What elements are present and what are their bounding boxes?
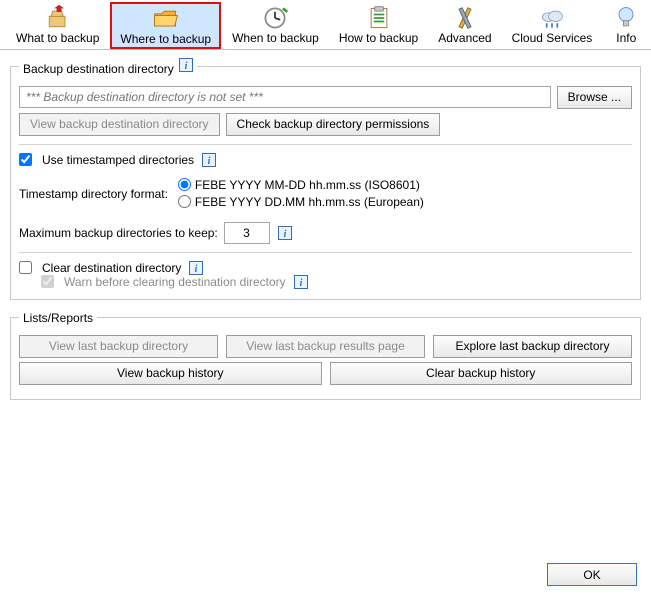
svg-text:i: i [283, 229, 286, 240]
box-arrow-icon [44, 5, 72, 31]
timestamp-format-iso-radio[interactable] [178, 178, 191, 191]
dialog-footer: OK [547, 563, 637, 586]
timestamp-format-european-label: FEBE YYYY DD.MM hh.mm.ss (European) [195, 195, 424, 209]
info-icon[interactable]: i [189, 261, 203, 275]
tab-advanced[interactable]: Advanced [429, 2, 500, 49]
tab-label: Info [616, 31, 636, 45]
explore-last-backup-dir-button[interactable]: Explore last backup directory [433, 335, 632, 358]
lists-reports-fieldset: Lists/Reports View last backup directory… [10, 310, 641, 400]
use-timestamped-label: Use timestamped directories [42, 153, 194, 167]
tab-cloud-services[interactable]: Cloud Services [503, 2, 602, 49]
timestamp-format-european-radio[interactable] [178, 195, 191, 208]
tools-icon [451, 5, 479, 31]
view-last-backup-dir-button: View last backup directory [19, 335, 218, 358]
clipboard-icon [365, 5, 393, 31]
tab-label: Advanced [438, 31, 491, 45]
tab-label: What to backup [16, 31, 99, 45]
clear-destination-checkbox[interactable] [19, 261, 32, 274]
clock-icon [261, 5, 289, 31]
check-permissions-button[interactable]: Check backup directory permissions [226, 113, 441, 136]
timestamp-format-iso-label: FEBE YYYY MM-DD hh.mm.ss (ISO8601) [195, 178, 420, 192]
tab-info[interactable]: Info [603, 2, 649, 49]
tab-how-to-backup[interactable]: How to backup [330, 2, 427, 49]
tab-bar: What to backup Where to backup When to b… [0, 0, 651, 50]
lists-reports-legend: Lists/Reports [19, 310, 97, 325]
destination-path-input[interactable] [19, 86, 551, 108]
tab-when-to-backup[interactable]: When to backup [223, 2, 328, 49]
svg-text:i: i [299, 278, 302, 289]
tab-what-to-backup[interactable]: What to backup [7, 2, 108, 49]
svg-text:i: i [195, 264, 198, 275]
cloud-icon [538, 5, 566, 31]
svg-text:i: i [185, 61, 188, 72]
tab-label: How to backup [339, 31, 418, 45]
browse-button[interactable]: Browse ... [557, 86, 632, 109]
clear-backup-history-button[interactable]: Clear backup history [330, 362, 633, 385]
use-timestamped-checkbox[interactable] [19, 153, 32, 166]
timestamp-format-label: Timestamp directory format: [19, 187, 168, 201]
tab-label: Cloud Services [512, 31, 593, 45]
warn-before-clear-label: Warn before clearing destination directo… [64, 275, 286, 289]
tab-where-to-backup[interactable]: Where to backup [110, 2, 221, 49]
folder-icon [152, 6, 180, 32]
destination-legend: Backup destination directory i [19, 58, 197, 76]
info-icon[interactable]: i [278, 226, 292, 240]
destination-fieldset: Backup destination directory i Browse ..… [10, 58, 641, 300]
info-icon[interactable]: i [179, 58, 193, 72]
view-last-results-button: View last backup results page [226, 335, 425, 358]
max-backups-label: Maximum backup directories to keep: [19, 226, 218, 240]
clear-destination-label: Clear destination directory [42, 261, 181, 275]
ok-button[interactable]: OK [547, 563, 637, 586]
svg-text:i: i [208, 156, 211, 167]
tab-label: Where to backup [120, 32, 211, 46]
view-destination-button: View backup destination directory [19, 113, 220, 136]
tab-label: When to backup [232, 31, 319, 45]
view-backup-history-button[interactable]: View backup history [19, 362, 322, 385]
divider [19, 144, 632, 145]
max-backups-input[interactable] [224, 222, 270, 244]
divider [19, 252, 632, 253]
lightbulb-icon [612, 5, 640, 31]
info-icon[interactable]: i [202, 153, 216, 167]
warn-before-clear-checkbox [41, 275, 54, 288]
info-icon[interactable]: i [294, 275, 308, 289]
